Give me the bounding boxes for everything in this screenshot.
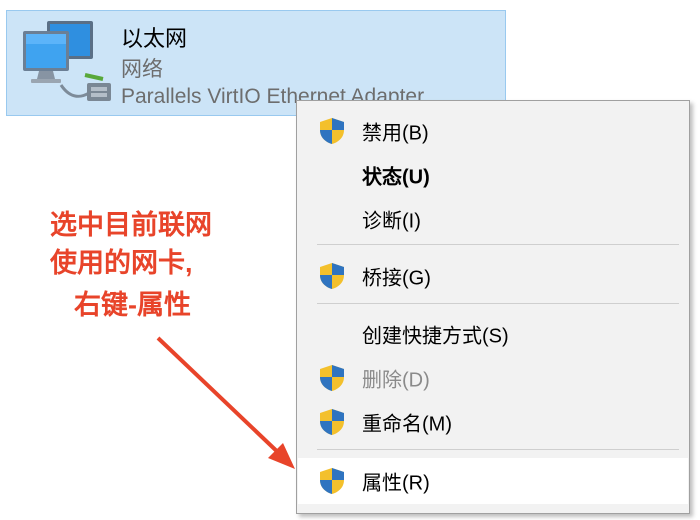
annotation-line: 选中目前联网 <box>50 210 212 240</box>
context-menu: 禁用(B) 状态(U) 诊断(I) 桥接(G) 创建快捷方式(S) 删除(D) … <box>296 100 690 514</box>
menu-item-disable[interactable]: 禁用(B) <box>298 110 688 152</box>
menu-item-label: 诊断(I) <box>362 210 421 233</box>
menu-item-label: 属性(R) <box>362 472 430 495</box>
menu-item-label: 重命名(M) <box>362 413 452 436</box>
uac-shield-icon <box>320 118 344 144</box>
menu-item-label: 状态(U) <box>362 166 430 189</box>
menu-separator <box>317 244 679 245</box>
menu-item-bridge[interactable]: 桥接(G) <box>298 255 688 297</box>
menu-item-diagnose[interactable]: 诊断(I) <box>298 198 688 240</box>
menu-item-delete[interactable]: 删除(D) <box>298 357 688 399</box>
menu-item-create-shortcut[interactable]: 创建快捷方式(S) <box>298 313 688 355</box>
menu-item-label: 删除(D) <box>362 369 430 392</box>
menu-item-label: 桥接(G) <box>362 267 431 290</box>
menu-item-properties[interactable]: 属性(R) <box>298 458 688 504</box>
uac-shield-icon <box>320 365 344 391</box>
menu-item-rename[interactable]: 重命名(M) <box>298 401 688 443</box>
menu-item-label: 禁用(B) <box>362 122 429 145</box>
adapter-network: 网络 <box>121 58 163 81</box>
annotation-line: 使用的网卡, <box>50 248 193 278</box>
annotation-line: 右键-属性 <box>74 290 191 320</box>
adapter-name: 以太网 <box>121 26 188 51</box>
menu-separator <box>317 449 679 450</box>
menu-separator <box>317 303 679 304</box>
uac-shield-icon <box>320 263 344 289</box>
network-adapter-icon <box>23 21 111 101</box>
menu-item-label: 创建快捷方式(S) <box>362 325 509 348</box>
menu-item-status[interactable]: 状态(U) <box>298 154 688 196</box>
uac-shield-icon <box>320 409 344 435</box>
uac-shield-icon <box>320 468 344 494</box>
